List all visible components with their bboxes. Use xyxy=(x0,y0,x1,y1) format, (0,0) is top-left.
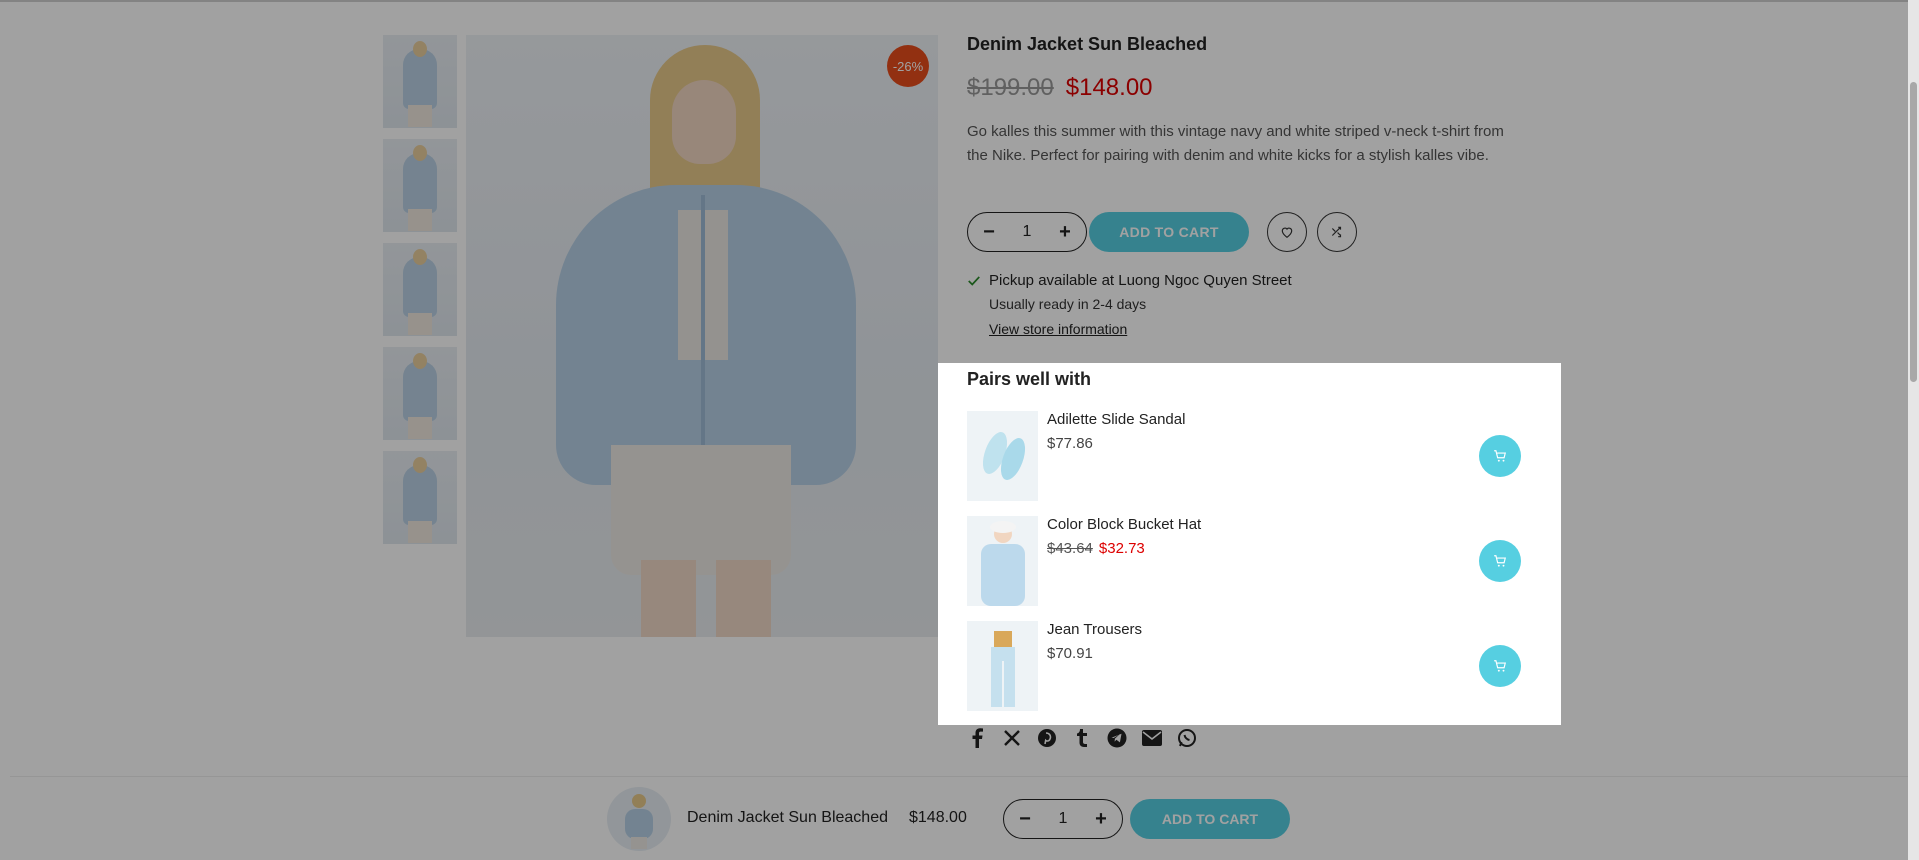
email-icon[interactable] xyxy=(1142,728,1162,748)
pair-item-image[interactable] xyxy=(967,516,1038,606)
pair-item-sale-price: $32.73 xyxy=(1098,540,1145,557)
vertical-scrollbar[interactable] xyxy=(1908,0,1919,860)
pair-item[interactable]: Adilette Slide Sandal $77.86 xyxy=(967,411,1537,501)
tumblr-icon[interactable] xyxy=(1072,728,1092,748)
pickup-status: Pickup available at Luong Ngoc Quyen Str… xyxy=(989,272,1292,289)
pair-item-original-price: $43.64 xyxy=(1047,540,1093,557)
sticky-product-title: Denim Jacket Sun Bleached xyxy=(687,809,888,826)
pickup-info: Pickup available at Luong Ngoc Quyen Str… xyxy=(967,272,1292,337)
wishlist-button[interactable] xyxy=(1267,212,1307,252)
whatsapp-icon[interactable] xyxy=(1177,728,1197,748)
sticky-add-to-cart-bar: Denim Jacket Sun Bleached $148.00 − 1 + … xyxy=(10,776,1909,860)
pinterest-icon[interactable] xyxy=(1037,728,1057,748)
pair-item-price: $77.86 xyxy=(1047,435,1093,452)
main-product-image[interactable] xyxy=(466,35,938,637)
pairs-title: Pairs well with xyxy=(967,369,1092,389)
sale-price: $148.00 xyxy=(1065,74,1153,101)
share-icons xyxy=(967,728,1197,748)
original-price: $199.00 xyxy=(967,74,1054,101)
sticky-product-thumbnail xyxy=(607,787,671,851)
facebook-icon[interactable] xyxy=(967,728,987,748)
store-info-link[interactable]: View store information xyxy=(989,321,1292,337)
product-title: Denim Jacket Sun Bleached xyxy=(967,34,1208,54)
compare-button[interactable] xyxy=(1317,212,1357,252)
add-to-cart-button[interactable]: ADD TO CART xyxy=(1089,212,1249,252)
telegram-icon[interactable] xyxy=(1107,728,1127,748)
pair-item-regular-price: $77.86 xyxy=(1047,435,1093,452)
pair-add-to-cart-button[interactable] xyxy=(1479,540,1521,582)
thumbnail-1[interactable] xyxy=(383,35,457,128)
pair-item-regular-price: $70.91 xyxy=(1047,645,1093,662)
qty-minus-button[interactable]: − xyxy=(980,221,998,244)
add-to-cart-row: − 1 + ADD TO CART xyxy=(967,212,1357,252)
cart-icon xyxy=(1494,660,1506,672)
pair-item-name[interactable]: Jean Trousers xyxy=(1047,621,1142,638)
qty-value[interactable]: 1 xyxy=(1023,223,1032,241)
product-description: Go kalles this summer with this vintage … xyxy=(967,123,1504,164)
thumbnail-3[interactable] xyxy=(383,243,457,336)
jacket-seam xyxy=(701,195,705,475)
heart-icon xyxy=(1281,227,1293,238)
sticky-quantity-stepper: − 1 + xyxy=(1003,799,1123,839)
pickup-ready-time: Usually ready in 2-4 days xyxy=(989,296,1147,312)
cart-icon xyxy=(1494,555,1506,567)
thumbnail-2[interactable] xyxy=(383,139,457,232)
thumbnail-4[interactable] xyxy=(383,347,457,440)
pair-add-to-cart-button[interactable] xyxy=(1479,645,1521,687)
pair-item-name[interactable]: Adilette Slide Sandal xyxy=(1047,411,1185,428)
sticky-qty-plus-button[interactable]: + xyxy=(1092,808,1110,831)
thumbnail-5[interactable] xyxy=(383,451,457,544)
price-row: $199.00 $148.00 xyxy=(967,74,1153,102)
pair-item-image[interactable] xyxy=(967,621,1038,711)
cart-icon xyxy=(1494,450,1506,462)
pair-item-image[interactable] xyxy=(967,411,1038,501)
pairs-well-with-panel: Pairs well with Adilette Slide Sandal $7… xyxy=(938,363,1561,725)
check-icon xyxy=(968,275,980,286)
pair-add-to-cart-button[interactable] xyxy=(1479,435,1521,477)
pair-item[interactable]: Jean Trousers $70.91 xyxy=(967,621,1537,711)
sticky-qty-minus-button[interactable]: − xyxy=(1016,808,1034,831)
top-border xyxy=(0,0,1919,2)
qty-plus-button[interactable]: + xyxy=(1056,221,1074,244)
pair-item[interactable]: Color Block Bucket Hat $43.64 $32.73 xyxy=(967,516,1537,606)
pair-item-price: $70.91 xyxy=(1047,645,1093,662)
sticky-add-to-cart-button[interactable]: ADD TO CART xyxy=(1130,799,1290,839)
model-leg-left xyxy=(641,560,696,637)
thumbnail-list xyxy=(383,35,457,555)
model-shorts xyxy=(611,445,791,575)
pair-item-name[interactable]: Color Block Bucket Hat xyxy=(1047,516,1201,533)
sticky-qty-value[interactable]: 1 xyxy=(1059,810,1068,828)
sale-badge: -26% xyxy=(887,45,929,87)
x-icon[interactable] xyxy=(1002,728,1022,748)
model-leg-right xyxy=(716,560,771,637)
shuffle-icon xyxy=(1331,226,1342,238)
quantity-stepper: − 1 + xyxy=(967,212,1087,252)
model-face xyxy=(672,80,736,164)
scrollbar-thumb[interactable] xyxy=(1910,82,1917,382)
pair-item-price: $43.64 $32.73 xyxy=(1047,540,1145,557)
sticky-product-price: $148.00 xyxy=(909,809,967,826)
